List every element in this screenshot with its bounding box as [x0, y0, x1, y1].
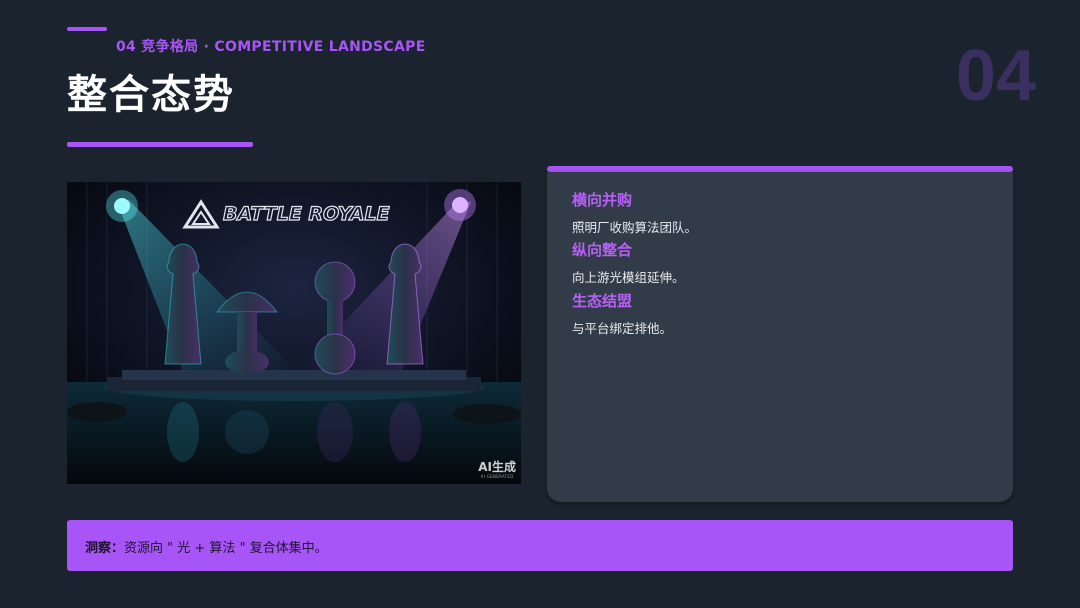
ai-badge-sublabel: AI GENERATED	[480, 474, 514, 479]
hero-image: BATTLE ROYALE AI生成 AI GENERATED	[67, 182, 521, 484]
page-title: 整合态势	[67, 72, 235, 118]
card-item-title: 横向并购	[572, 191, 633, 209]
figure-1	[164, 243, 202, 365]
page-number: 04	[955, 36, 1036, 116]
insight-body: 资源向 " 光 + 算法 " 复合体集中。	[124, 541, 328, 556]
insight-label: 洞察	[85, 541, 112, 556]
card-item-desc: 向上游光模组延伸。	[572, 270, 685, 285]
ai-generated-badge: AI生成 AI GENERATED	[478, 459, 516, 479]
ai-badge-label: AI生成	[478, 459, 516, 474]
figure-4	[386, 243, 424, 365]
title-underline	[67, 142, 253, 147]
card-item-vertical: 纵向整合 向上游光模组延伸。	[572, 239, 685, 286]
stage-illustration: BATTLE ROYALE	[67, 182, 521, 484]
info-card: 横向并购 照明厂收购算法团队。 纵向整合 向上游光模组延伸。 生态结盟 与平台绑…	[547, 172, 1013, 502]
top-accent-bar	[67, 27, 107, 31]
insight-text: 洞察：资源向 " 光 + 算法 " 复合体集中。	[85, 537, 328, 556]
card-item-title: 纵向整合	[572, 241, 633, 259]
insight-banner: 洞察：资源向 " 光 + 算法 " 复合体集中。	[67, 520, 1013, 571]
sign-text: BATTLE ROYALE	[223, 203, 390, 225]
insight-separator: ：	[111, 541, 125, 556]
card-item-ecosystem: 生态结盟 与平台绑定排他。	[572, 290, 672, 337]
card-item-desc: 照明厂收购算法团队。	[572, 220, 698, 235]
card-item-horizontal: 横向并购 照明厂收购算法团队。	[572, 189, 697, 236]
card-item-desc: 与平台绑定排他。	[572, 321, 673, 336]
card-item-title: 生态结盟	[572, 292, 633, 310]
section-label: 04 竞争格局 · COMPETITIVE LANDSCAPE	[116, 39, 426, 55]
